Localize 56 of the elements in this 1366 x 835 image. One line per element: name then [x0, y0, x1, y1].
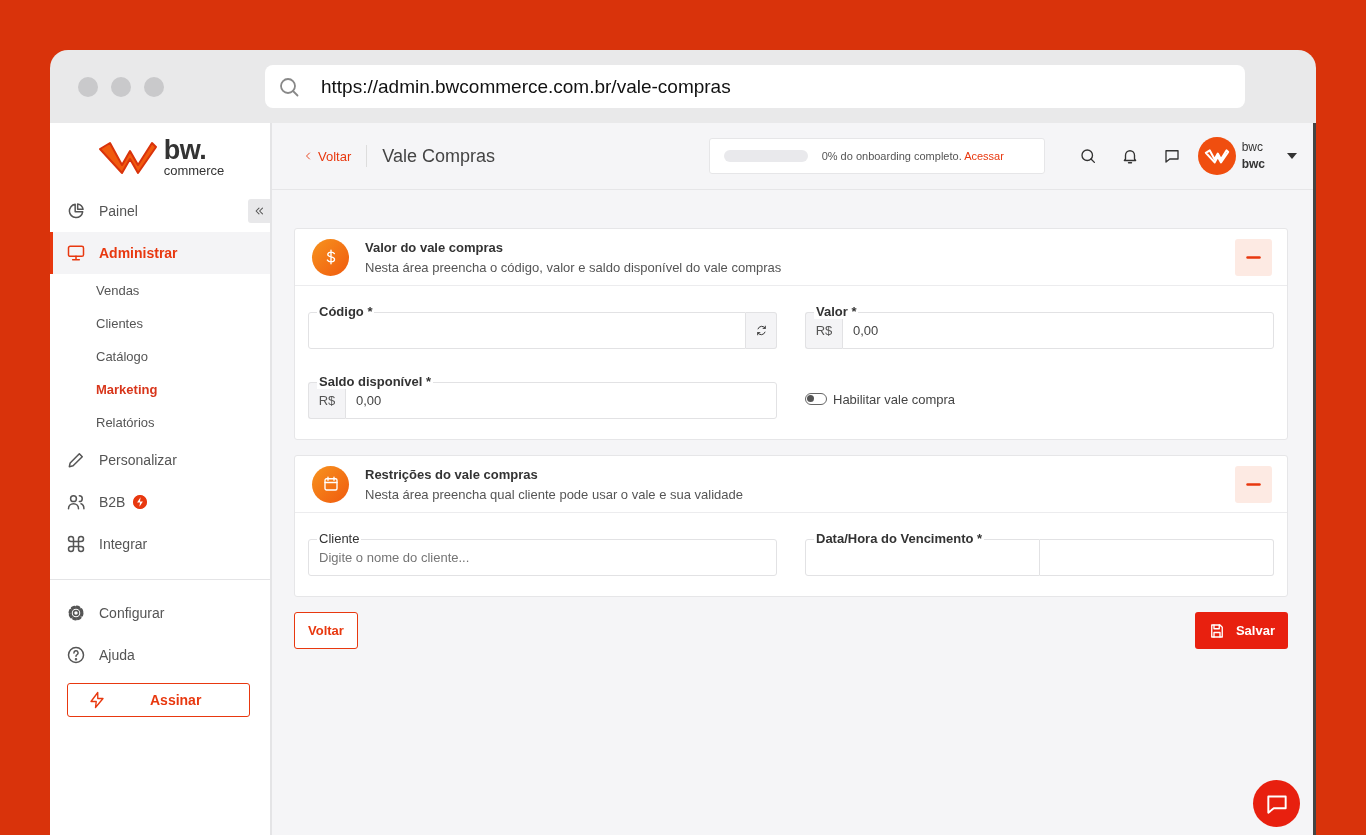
address-bar[interactable]: https://admin.bwcommerce.com.br/vale-compras — [265, 65, 1245, 108]
minus-icon — [1246, 255, 1261, 259]
settings-icon — [66, 603, 86, 623]
collapse-sidebar-button[interactable] — [248, 199, 270, 223]
users-icon — [66, 492, 86, 512]
user-name: bwc — [1241, 139, 1264, 156]
logo-icon — [1203, 148, 1230, 164]
card-title: Restrições do vale compras — [365, 466, 539, 482]
card-subtitle: Nesta área preencha o código, valor e saldo disponível do vale compras — [365, 259, 783, 275]
logo-wordmark: bw. — [163, 136, 208, 164]
toggle-label: Habilitar vale compra — [833, 391, 956, 407]
user-avatar[interactable] — [1197, 137, 1236, 175]
pencil-icon — [66, 450, 86, 470]
refresh-button[interactable] — [746, 312, 777, 349]
sidebar-item[interactable]: Ajuda — [50, 634, 244, 676]
sidebar-subitem[interactable]: Vendas — [50, 274, 270, 307]
logo-tagline: commerce — [163, 163, 225, 177]
time-input[interactable] — [1040, 539, 1274, 576]
sidebar-item[interactable]: Configurar — [50, 592, 244, 634]
minus-icon — [1246, 482, 1261, 486]
user-account: bwc — [1241, 156, 1265, 173]
sidebar-subitem[interactable]: Catálogo — [50, 340, 270, 373]
field-label: Cliente — [317, 532, 362, 546]
sidebar-subitem[interactable]: Clientes — [50, 307, 270, 340]
sidebar-item[interactable]: B2B — [50, 481, 244, 523]
chat-icon — [1162, 147, 1181, 165]
sidebar-item[interactable]: Administrar — [50, 232, 270, 274]
sidebar-subitem[interactable]: Relatórios — [50, 406, 270, 439]
command-icon — [66, 534, 86, 554]
card-subtitle: Nesta área preencha qual cliente pode usar o vale e sua validade — [365, 486, 744, 502]
pie-chart-icon — [66, 201, 86, 221]
lightning-icon — [88, 691, 106, 709]
collapse-button[interactable] — [1235, 238, 1272, 276]
field-label: Código * — [317, 305, 375, 319]
caret-down-icon[interactable] — [1287, 153, 1297, 159]
sidebar-item[interactable]: Personalizar — [50, 439, 244, 481]
save-button[interactable]: Salvar — [1194, 612, 1288, 649]
onboarding-text: 0% do onboarding completo. Acessar — [821, 150, 1004, 162]
sidebar-subitem[interactable]: Marketing — [50, 373, 270, 406]
card-title: Valor do vale compras — [365, 239, 504, 255]
sidebar-item[interactable]: Integrar — [50, 523, 244, 565]
help-icon — [66, 645, 86, 665]
sidebar-item[interactable]: Painel — [50, 190, 244, 232]
subscribe-button[interactable]: Assinar — [67, 683, 250, 717]
access-link[interactable]: Acessar — [964, 150, 1004, 162]
field-label: Data/Hora do Vencimento * — [814, 532, 985, 546]
collapse-button[interactable] — [1235, 465, 1272, 503]
back-button[interactable]: Voltar — [294, 612, 358, 649]
chat-button[interactable] — [1253, 780, 1300, 827]
calendar-icon — [321, 475, 340, 493]
refresh-icon — [754, 324, 768, 337]
back-link[interactable]: Voltar — [302, 148, 352, 164]
monitor-icon — [66, 243, 86, 263]
toggle-switch[interactable] — [805, 393, 827, 405]
page-title: Vale Compras — [382, 145, 496, 167]
search-icon — [1078, 147, 1097, 165]
